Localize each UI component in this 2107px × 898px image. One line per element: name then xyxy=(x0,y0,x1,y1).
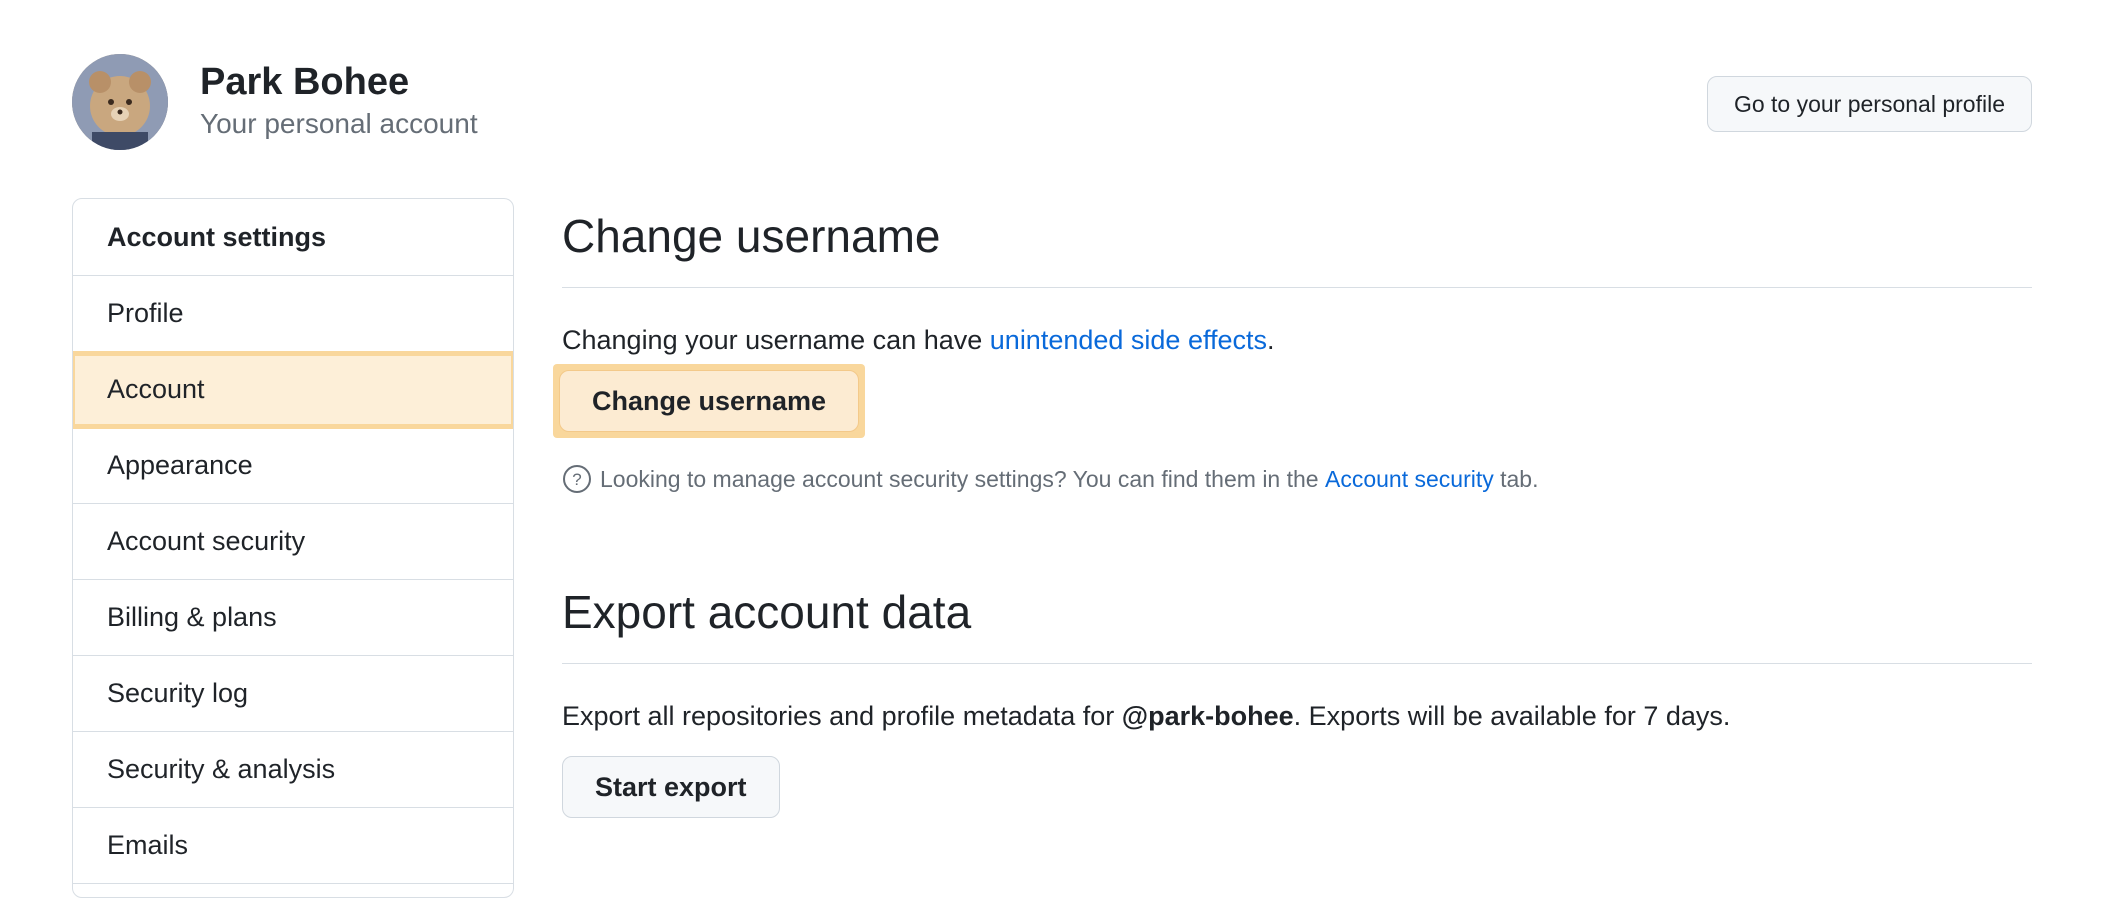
sidebar-item-billing-plans[interactable]: Billing & plans xyxy=(73,580,513,656)
svg-text:?: ? xyxy=(572,470,581,489)
user-info: Park Bohee Your personal account xyxy=(200,58,478,142)
change-username-section: Change username Changing your username c… xyxy=(553,198,2032,494)
export-data-heading: Export account data xyxy=(562,574,2032,664)
sidebar-item-profile[interactable]: Profile xyxy=(73,276,513,352)
sidebar-title: Account settings xyxy=(73,199,513,276)
settings-sidebar: Account settings Profile Account Appeara… xyxy=(72,198,514,898)
export-data-section: Export account data Export all repositor… xyxy=(562,574,2032,818)
main-content: Change username Changing your username c… xyxy=(553,198,2032,818)
avatar[interactable] xyxy=(72,54,168,150)
export-username: @park-bohee xyxy=(1121,701,1294,731)
note-text: Looking to manage account security setti… xyxy=(600,466,1325,492)
change-username-description: Changing your username can have unintend… xyxy=(562,322,2032,358)
go-to-profile-button[interactable]: Go to your personal profile xyxy=(1706,76,2032,132)
change-username-text: Changing your username can have xyxy=(562,325,990,355)
user-name[interactable]: Park Bohee xyxy=(200,58,478,106)
sidebar-item-security-log[interactable]: Security log xyxy=(73,656,513,732)
sidebar-item-security-analysis[interactable]: Security & analysis xyxy=(73,732,513,808)
export-availability-text: . Exports will be available for 7 days. xyxy=(1293,701,1731,731)
sidebar-item-account[interactable]: Account xyxy=(73,351,513,429)
question-circle-icon: ? xyxy=(563,465,591,493)
side-effects-link[interactable]: unintended side effects xyxy=(990,325,1267,355)
page-header: Park Bohee Your personal account Go to y… xyxy=(72,54,2032,154)
account-security-note: ? Looking to manage account security set… xyxy=(562,464,2032,494)
change-username-button[interactable]: Change username xyxy=(559,370,860,432)
sidebar-item-account-security[interactable]: Account security xyxy=(73,504,513,580)
note-tab-text: tab. xyxy=(1493,466,1539,492)
start-export-button[interactable]: Start export xyxy=(562,756,780,818)
change-username-period: . xyxy=(1267,325,1275,355)
change-username-button-highlight: Change username xyxy=(553,364,2032,438)
export-button-row: Start export xyxy=(562,756,2032,818)
sidebar-item-appearance[interactable]: Appearance xyxy=(73,428,513,504)
account-type-label: Your personal account xyxy=(200,108,478,139)
change-username-heading: Change username xyxy=(562,198,2032,288)
export-text: Export all repositories and profile meta… xyxy=(562,701,1122,731)
sidebar-item-emails[interactable]: Emails xyxy=(73,808,513,884)
avatar-icon xyxy=(72,54,168,150)
account-security-link[interactable]: Account security xyxy=(1325,464,1494,494)
change-username-highlight-frame: Change username xyxy=(553,364,866,438)
export-description: Export all repositories and profile meta… xyxy=(562,698,2032,734)
